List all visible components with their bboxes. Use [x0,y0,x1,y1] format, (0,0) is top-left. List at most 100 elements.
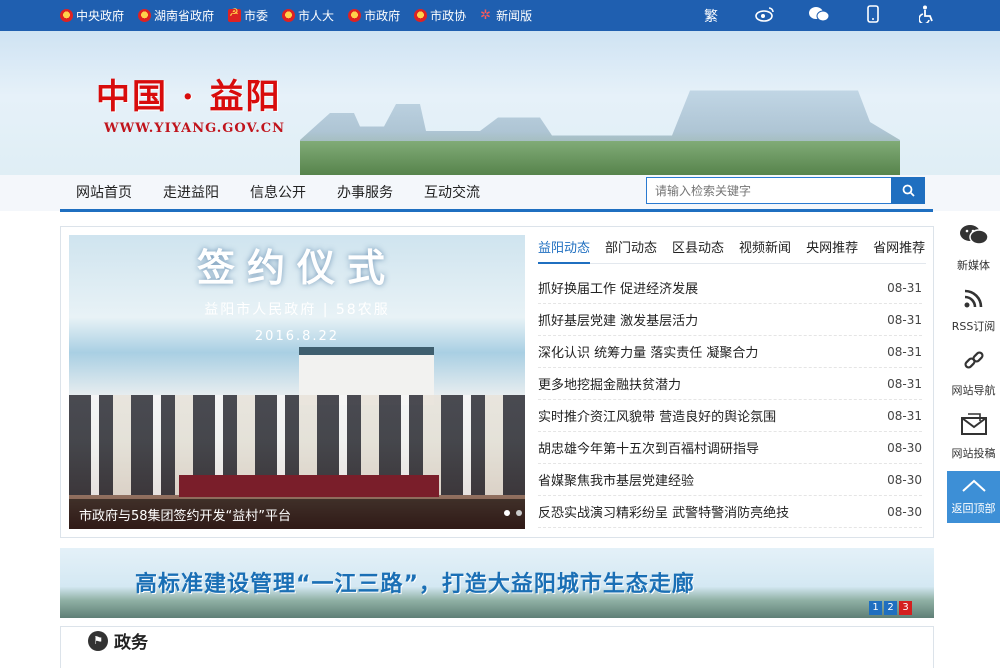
national-emblem-icon [138,9,152,22]
news-date: 08-30 [887,504,922,519]
search-icon [902,184,915,197]
top-link-party-committee[interactable]: 市委 [228,6,268,24]
list-item[interactable]: 更多地挖掘金融扶贫潜力 08-31 [538,368,922,400]
top-icons: 繁 [700,0,938,31]
nav-interaction[interactable]: 互动交流 [424,182,480,202]
news-icon: ✲ [480,8,491,23]
float-site-nav[interactable]: 网站导航 [947,342,1000,405]
main-nav: 网站首页 走进益阳 信息公开 办事服务 互动交流 [76,175,480,209]
site-title: 中国 · 益阳 [96,77,282,117]
promo-page-button[interactable]: 2 [884,601,897,615]
promo-text: 高标准建设管理“一江三路”，打造大益阳城市生态走廊 [135,572,695,597]
chevron-up-icon [961,479,987,497]
list-item[interactable]: 胡忠雄今年第十五次到百福村调研指导 08-30 [538,432,922,464]
slide-date: 2016.8.22 [254,329,340,344]
slide-dot[interactable] [516,510,522,516]
list-item[interactable]: 抓好换届工作 促进经济发展 08-31 [538,272,922,304]
mail-icon [960,412,987,441]
accessibility-icon[interactable] [916,5,938,27]
news-tabs: 益阳动态 部门动态 区县动态 视频新闻 央网推荐 省网推荐 [538,238,926,264]
list-item[interactable]: 反恐实战演习精彩纷呈 武警特警消防亮绝技 08-30 [538,496,922,528]
float-label: RSS订阅 [951,319,996,333]
party-emblem-icon [228,6,242,22]
header-banner: 中国 · 益阳 WWW.YIYANG.GOV.CN [0,31,1000,175]
news-date: 08-30 [887,440,922,455]
list-item[interactable]: 抓好基层党建 激发基层活力 08-31 [538,304,922,336]
site-search [646,177,925,204]
mobile-icon[interactable] [862,4,884,27]
slide-subtitle: 益阳市人民政府 | 58农服 [204,302,390,318]
float-rss[interactable]: RSS订阅 [947,279,1000,342]
nav-divider [60,209,933,212]
search-input[interactable] [646,177,891,204]
wechat-icon[interactable] [808,6,830,26]
news-title: 胡忠雄今年第十五次到百福村调研指导 [538,442,760,457]
top-links: 中央政府 湖南省政府 市委 市人大 市政府 市政协 ✲新闻版 [60,0,532,31]
slide-caption[interactable]: 市政府与58集团签约开发“益村”平台 [69,499,525,529]
national-emblem-icon [348,9,362,22]
float-submit[interactable]: 网站投稿 [947,405,1000,468]
promo-banner[interactable]: 高标准建设管理“一江三路”，打造大益阳城市生态走廊 1 2 3 [60,548,934,618]
section-title: 政务 [114,633,148,653]
government-section [60,626,934,668]
float-sidebar: 新媒体 RSS订阅 网站导航 网站投稿 [947,216,1000,468]
top-bar: 中央政府 湖南省政府 市委 市人大 市政府 市政协 ✲新闻版 繁 [0,0,1000,31]
search-button[interactable] [891,177,925,204]
news-date: 08-31 [887,280,922,295]
list-item[interactable]: 省媒聚焦我市基层党建经验 08-30 [538,464,922,496]
flag-icon: ⚑ [88,630,108,651]
nav-home[interactable]: 网站首页 [76,182,132,202]
slide-pagination [504,510,525,516]
back-to-top-button[interactable]: 返回顶部 [947,471,1000,523]
list-item[interactable]: 深化认识 统筹力量 落实责任 凝聚合力 08-31 [538,336,922,368]
national-emblem-icon [282,9,296,22]
news-title: 抓好换届工作 促进经济发展 [538,282,699,297]
news-date: 08-31 [887,312,922,327]
tab-video-news[interactable]: 视频新闻 [739,238,791,264]
national-emblem-icon [60,9,73,22]
tab-central-recommend[interactable]: 央网推荐 [806,238,858,264]
list-item[interactable]: 实时推介资江风貌带 营造良好的舆论氛围 08-31 [538,400,922,432]
new-media-icon [959,223,989,253]
news-date: 08-31 [887,376,922,391]
top-link-peoples-congress[interactable]: 市人大 [282,7,334,24]
promo-page-button[interactable]: 1 [869,601,882,615]
news-title: 省媒聚焦我市基层党建经验 [538,474,695,489]
link-icon [963,350,985,378]
news-title: 抓好基层党建 激发基层活力 [538,314,699,329]
news-title: 实时推介资江风貌带 营造良好的舆论氛围 [538,410,777,425]
rss-icon [964,288,984,314]
float-label: 网站导航 [951,383,996,397]
back-to-top-label: 返回顶部 [951,501,996,515]
tab-county-news[interactable]: 区县动态 [672,238,724,264]
top-link-city-gov[interactable]: 市政府 [348,7,400,24]
top-link-central-gov[interactable]: 中央政府 [60,7,124,24]
nav-about-yiyang[interactable]: 走进益阳 [163,182,219,202]
tab-department-news[interactable]: 部门动态 [605,238,657,264]
news-date: 08-31 [887,408,922,423]
float-label: 新媒体 [957,258,990,272]
park-greenery-image [300,141,900,175]
top-link-cppcc[interactable]: 市政协 [414,7,466,24]
tab-province-recommend[interactable]: 省网推荐 [873,238,925,264]
cppcc-emblem-icon [414,9,428,22]
top-link-hunan-gov[interactable]: 湖南省政府 [138,7,214,24]
news-slideshow[interactable]: 签约仪式 益阳市人民政府 | 58农服 2016.8.22 市政府与58集团签约… [69,235,525,529]
promo-pagination: 1 2 3 [869,601,912,615]
weibo-icon[interactable] [754,6,776,26]
tab-yiyang-news[interactable]: 益阳动态 [538,238,591,264]
nav-info-disclosure[interactable]: 信息公开 [250,182,306,202]
news-date: 08-30 [887,472,922,487]
slide-dot[interactable] [504,510,510,516]
news-title: 更多地挖掘金融扶贫潜力 [538,378,682,393]
news-list: 抓好换届工作 促进经济发展 08-31 抓好基层党建 激发基层活力 08-31 深化… [538,272,922,528]
slide-headline: 签约仪式 [196,245,397,290]
traditional-chinese-toggle[interactable]: 繁 [700,6,722,26]
float-new-media[interactable]: 新媒体 [947,216,1000,279]
nav-services[interactable]: 办事服务 [337,182,393,202]
news-title: 反恐实战演习精彩纷呈 武警特警消防亮绝技 [538,506,790,521]
promo-page-button[interactable]: 3 [899,601,912,615]
news-date: 08-31 [887,344,922,359]
top-link-news-edition[interactable]: ✲ 新闻版 [480,7,532,24]
news-title: 深化认识 统筹力量 落实责任 凝聚合力 [538,346,759,361]
